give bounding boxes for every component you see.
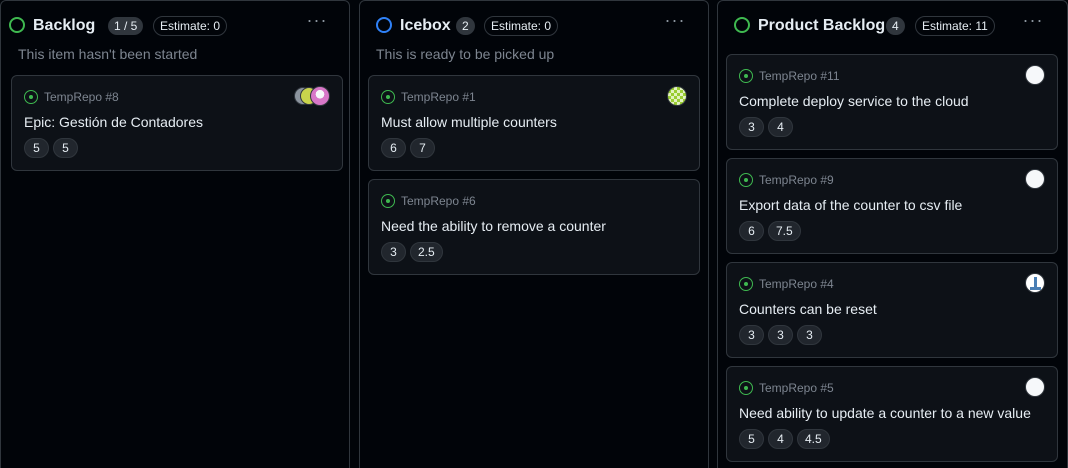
field-chip: 5 [24, 138, 49, 158]
column-backlog: Backlog 1 / 5 Estimate: 0 ··· This item … [0, 0, 350, 468]
issue-title[interactable]: Need the ability to remove a counter [381, 217, 606, 235]
field-chip: 6 [739, 221, 764, 241]
column-menu-button[interactable]: ··· [303, 11, 331, 35]
issue-card[interactable]: TempRepo #4 Counters can be reset 3 3 3 [726, 262, 1058, 358]
issue-reference[interactable]: TempRepo #4 [759, 276, 834, 292]
avatar-icon[interactable] [1025, 65, 1045, 85]
field-chips: 5 5 [24, 138, 78, 158]
estimate-badge: Estimate: 0 [484, 16, 559, 36]
estimate-badge: Estimate: 11 [915, 16, 995, 36]
avatar-icon[interactable] [667, 86, 687, 106]
item-count-badge: 1 / 5 [108, 17, 144, 35]
issue-card[interactable]: TempRepo #9 Export data of the counter t… [726, 158, 1058, 254]
avatar-icon[interactable] [310, 86, 330, 106]
field-chip: 5 [53, 138, 78, 158]
issue-reference[interactable]: TempRepo #5 [759, 380, 834, 396]
column-title: Backlog [33, 17, 96, 34]
issue-card[interactable]: TempRepo #11 Complete deploy service to … [726, 54, 1058, 150]
avatar-icon[interactable] [1025, 377, 1045, 397]
issue-opened-icon [739, 381, 753, 395]
status-circle-icon [9, 17, 25, 33]
issue-opened-icon [739, 277, 753, 291]
issue-reference[interactable]: TempRepo #9 [759, 172, 834, 188]
estimate-badge: Estimate: 0 [153, 16, 228, 36]
issue-opened-icon [381, 90, 395, 104]
field-chip: 3 [381, 242, 406, 262]
column-menu-button[interactable]: ··· [661, 11, 689, 35]
field-chips: 3 2.5 [381, 242, 443, 262]
item-count-badge: 2 [456, 17, 475, 35]
issue-reference[interactable]: TempRepo #8 [44, 89, 119, 105]
field-chip: 3 [768, 325, 793, 345]
field-chips: 6 7 [381, 138, 435, 158]
column-product-backlog: Product Backlog 4 Estimate: 11 ··· TempR… [717, 0, 1068, 468]
issue-title[interactable]: Epic: Gestión de Contadores [24, 113, 203, 131]
issue-opened-icon [24, 90, 38, 104]
field-chip: 4 [768, 117, 793, 137]
issue-reference[interactable]: TempRepo #6 [401, 193, 476, 209]
column-title: Product Backlog [758, 17, 886, 34]
issue-title[interactable]: Complete deploy service to the cloud [739, 92, 969, 110]
field-chip: 3 [797, 325, 822, 345]
status-circle-icon [376, 17, 392, 33]
issue-title[interactable]: Export data of the counter to csv file [739, 196, 962, 214]
column-description: This is ready to be picked up [376, 46, 555, 62]
column-title: Icebox [400, 17, 451, 34]
issue-card[interactable]: TempRepo #5 Need ability to update a cou… [726, 366, 1058, 462]
item-count-badge: 4 [886, 17, 905, 35]
column-icebox: Icebox 2 Estimate: 0 ··· This is ready t… [359, 0, 709, 468]
issue-card[interactable]: TempRepo #1 Must allow multiple counters… [368, 75, 700, 171]
project-board: Backlog 1 / 5 Estimate: 0 ··· This item … [0, 0, 1068, 468]
field-chip: 4 [768, 429, 793, 449]
column-header: Icebox 2 Estimate: 0 ··· This is ready t… [360, 1, 708, 73]
issue-card[interactable]: TempRepo #6 Need the ability to remove a… [368, 179, 700, 275]
status-circle-icon [734, 17, 750, 33]
field-chip: 2.5 [410, 242, 443, 262]
issue-title[interactable]: Need ability to update a counter to a ne… [739, 404, 1031, 422]
issue-reference[interactable]: TempRepo #1 [401, 89, 476, 105]
issue-opened-icon [381, 194, 395, 208]
field-chip: 3 [739, 117, 764, 137]
field-chip: 5 [739, 429, 764, 449]
field-chip: 3 [739, 325, 764, 345]
field-chip: 7.5 [768, 221, 801, 241]
issue-card[interactable]: TempRepo #8 Epic: Gestión de Contadores … [11, 75, 343, 171]
column-header: Backlog 1 / 5 Estimate: 0 ··· This item … [1, 1, 349, 73]
field-chip: 4.5 [797, 429, 830, 449]
issue-title[interactable]: Must allow multiple counters [381, 113, 557, 131]
issue-opened-icon [739, 69, 753, 83]
field-chips: 5 4 4.5 [739, 429, 830, 449]
issue-reference[interactable]: TempRepo #11 [759, 68, 840, 84]
field-chip: 7 [410, 138, 435, 158]
column-description: This item hasn't been started [18, 46, 198, 62]
column-menu-button[interactable]: ··· [1019, 11, 1047, 35]
field-chip: 6 [381, 138, 406, 158]
issue-opened-icon [739, 173, 753, 187]
field-chips: 3 4 [739, 117, 793, 137]
avatar-icon[interactable] [1025, 273, 1045, 293]
field-chips: 6 7.5 [739, 221, 801, 241]
avatar-icon[interactable] [1025, 169, 1045, 189]
field-chips: 3 3 3 [739, 325, 822, 345]
issue-title[interactable]: Counters can be reset [739, 300, 877, 318]
